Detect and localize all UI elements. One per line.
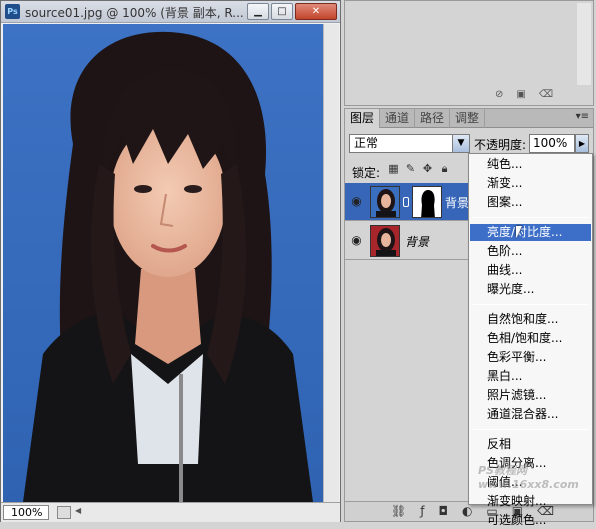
menu-item[interactable]: 自然饱和度... [470, 311, 591, 328]
layer-thumbnail [370, 186, 400, 218]
adjustment-layer-menu: 纯色... 渐变... 图案... 亮度/对比度... 色阶... 曲线... 曝光度...… [468, 153, 593, 527]
layer-thumbnail [370, 225, 400, 257]
lock-transparency-icon[interactable]: ▦ [387, 162, 400, 176]
tab-layers[interactable]: 图层 [345, 109, 381, 128]
menu-item[interactable]: 渐变映射... [470, 493, 591, 510]
blend-mode-select[interactable]: 正常 ▼ [349, 134, 470, 153]
canvas-vertical-scrollbar[interactable] [323, 24, 339, 502]
menu-separator [473, 429, 589, 430]
link-icon[interactable] [403, 197, 409, 207]
tab-adjustments[interactable]: 调整 [450, 109, 486, 128]
document-title: source01.jpg @ 100% (背景 副本, R... [25, 6, 244, 20]
opacity-label: 不透明度: [474, 138, 527, 152]
maximize-button[interactable]: □ [271, 3, 293, 20]
panel-tabs: 图层 通道 路径 调整 ▾≡ [345, 109, 593, 128]
menu-item[interactable]: 色阶... [470, 243, 591, 260]
menu-item[interactable]: 通道混合器... [470, 406, 591, 423]
lock-brush-icon[interactable]: ✎ [404, 162, 417, 176]
menu-item[interactable]: 色彩平衡... [470, 349, 591, 366]
watermark: PS教程网 www.16xx8.com [478, 464, 579, 491]
chevron-down-icon[interactable]: ▼ [452, 135, 469, 152]
upper-panel: ⊘▣⌫ [344, 0, 594, 106]
menu-item[interactable]: 色相/饱和度... [470, 330, 591, 347]
menu-item[interactable]: 可选颜色... [470, 512, 591, 529]
menu-item[interactable]: 照片滤镜... [470, 387, 591, 404]
menu-item[interactable]: 亮度/对比度... [470, 224, 591, 241]
upper-panel-footer-icons[interactable]: ⊘▣⌫ [495, 89, 566, 100]
document-statusbar: 100% ◀ [1, 502, 340, 522]
lock-label: 锁定: [352, 166, 381, 180]
panel-menu-icon[interactable]: ▾≡ [576, 111, 589, 122]
portrait-photo [3, 24, 323, 502]
mouse-cursor-icon [516, 226, 522, 238]
image-canvas[interactable] [3, 24, 323, 502]
menu-separator [473, 304, 589, 305]
menu-separator [473, 217, 589, 218]
status-info-icon[interactable] [57, 506, 71, 519]
tab-channels[interactable]: 通道 [380, 109, 416, 128]
menu-item[interactable]: 图案... [470, 194, 591, 211]
layer-mask-thumbnail[interactable] [412, 186, 442, 218]
opacity-input[interactable]: 100% [529, 134, 575, 153]
document-titlebar[interactable]: Ps source01.jpg @ 100% (背景 副本, R... ▁ □ … [1, 1, 340, 23]
menu-item[interactable]: 曲线... [470, 262, 591, 279]
lock-all-icon[interactable]: 🔒︎ [438, 162, 451, 176]
minimize-button[interactable]: ▁ [247, 3, 269, 20]
eye-icon[interactable]: ◉ [348, 232, 365, 248]
eye-icon[interactable]: ◉ [348, 193, 365, 209]
lock-move-icon[interactable]: ✥ [421, 162, 434, 176]
menu-item[interactable]: 曝光度... [470, 281, 591, 298]
menu-item[interactable]: 纯色... [470, 156, 591, 173]
layer-name[interactable]: 背景 [405, 233, 429, 250]
menu-item[interactable]: 反相 [470, 436, 591, 453]
layer-name[interactable]: 背景 [445, 194, 469, 211]
close-button[interactable]: ✕ [295, 3, 337, 20]
photoshop-logo-icon: Ps [5, 4, 20, 19]
scroll-left-arrow-icon[interactable]: ◀ [75, 506, 85, 519]
tab-paths[interactable]: 路径 [415, 109, 451, 128]
document-window: Ps source01.jpg @ 100% (背景 副本, R... ▁ □ … [0, 0, 341, 522]
blend-mode-value: 正常 [354, 136, 379, 150]
upper-panel-scrollbar[interactable] [577, 3, 591, 85]
menu-item[interactable]: 黑白... [470, 368, 591, 385]
chevron-right-icon[interactable]: ▶ [575, 134, 589, 153]
zoom-level-field[interactable]: 100% [3, 505, 49, 520]
menu-item[interactable]: 渐变... [470, 175, 591, 192]
